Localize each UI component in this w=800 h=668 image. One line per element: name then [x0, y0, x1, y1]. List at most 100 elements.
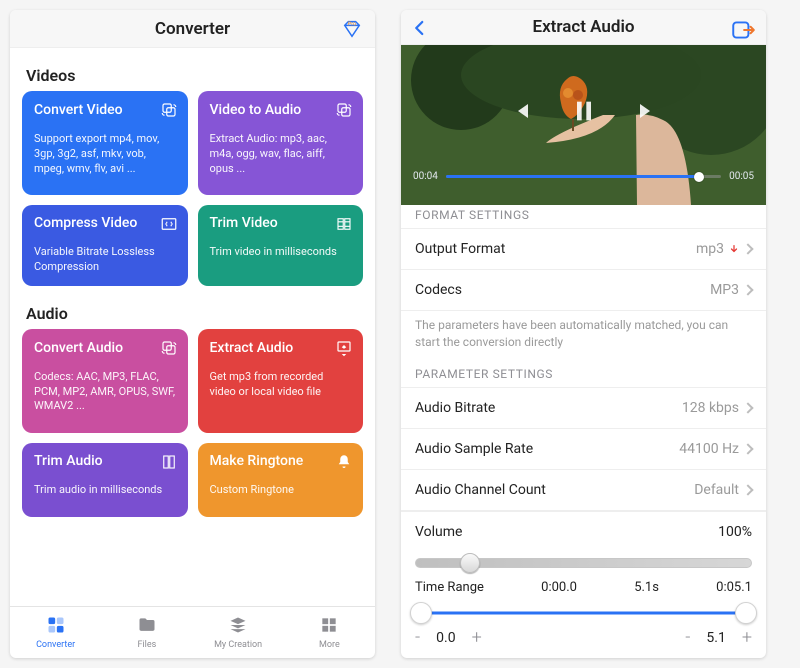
- next-button[interactable]: [636, 99, 660, 127]
- trim-icon: [335, 215, 353, 237]
- card-title: Video to Audio: [210, 102, 352, 118]
- bell-icon: [335, 453, 353, 475]
- row-audio-bitrate[interactable]: Audio Bitrate 128 kbps: [401, 387, 766, 428]
- start-value: 0.0: [436, 630, 455, 646]
- card-title: Make Ringtone: [210, 453, 352, 469]
- card-desc: Trim audio in milliseconds: [34, 483, 176, 498]
- row-label: Output Format: [415, 241, 505, 257]
- time-range-end: 0:05.1: [716, 580, 752, 595]
- tab-my-creation[interactable]: My Creation: [193, 607, 284, 658]
- book-icon: [160, 453, 178, 475]
- row-value: 128 kbps: [682, 400, 752, 416]
- format-hint: The parameters have been automatically m…: [401, 311, 766, 351]
- end-plus[interactable]: +: [742, 627, 752, 648]
- row-value: 44100 Hz: [679, 441, 752, 457]
- row-volume: Volume 100%: [401, 511, 766, 552]
- card-title: Trim Audio: [34, 453, 176, 469]
- volume-label: Volume: [415, 524, 462, 540]
- time-range-slider[interactable]: [415, 603, 752, 623]
- tab-icon: [227, 615, 249, 638]
- tabbar: Converter Files My Creation More: [10, 606, 375, 658]
- tab-icon: [318, 615, 340, 638]
- card-compress-video[interactable]: Compress Video Variable Bitrate Lossless …: [22, 205, 188, 286]
- end-minus[interactable]: -: [685, 627, 690, 648]
- volume-thumb[interactable]: [460, 553, 480, 573]
- time-range-label: Time Range: [415, 580, 484, 595]
- card-desc: Extract Audio: mp3, aac, m4a, ogg, wav, …: [210, 132, 352, 177]
- card-desc: Trim video in milliseconds: [210, 245, 352, 260]
- row-output-format[interactable]: Output Format mp3: [401, 228, 766, 269]
- row-value: mp3: [696, 241, 752, 257]
- tab-converter[interactable]: Converter: [10, 607, 101, 658]
- card-desc: Variable Bitrate Lossless Compression: [34, 245, 176, 275]
- convert-icon: [335, 101, 353, 123]
- card-make-ringtone[interactable]: Make Ringtone Custom Ringtone: [198, 443, 364, 517]
- chevron-right-icon: [742, 484, 753, 495]
- row-audio-sample-rate[interactable]: Audio Sample Rate 44100 Hz: [401, 428, 766, 469]
- row-label: Audio Channel Count: [415, 482, 546, 498]
- header: Extract Audio: [401, 10, 766, 45]
- extract-audio-screen: Extract Audio 00:04: [401, 10, 766, 658]
- tab-label: Converter: [36, 640, 75, 650]
- row-label: Audio Sample Rate: [415, 441, 533, 457]
- premium-icon[interactable]: Pro: [341, 18, 363, 44]
- time-total: 00:05: [729, 171, 754, 182]
- row-value: MP3: [710, 282, 752, 298]
- end-value: 5.1: [706, 630, 725, 646]
- card-extract-audio[interactable]: Extract AudioGet mp3 from recorded video…: [198, 329, 364, 433]
- section-header-param: PARAMETER SETTINGS: [401, 351, 766, 387]
- tab-label: My Creation: [214, 640, 262, 650]
- card-desc: Get mp3 from recorded video or local vid…: [210, 370, 352, 400]
- card-desc: Custom Ringtone: [210, 483, 352, 498]
- convert-icon: [160, 339, 178, 361]
- section-title: Videos: [26, 66, 363, 85]
- chevron-right-icon: [742, 443, 753, 454]
- main-scroll[interactable]: Videos Convert Video Support export mp4, m…: [10, 48, 375, 606]
- card-convert-audio[interactable]: Convert Audio Codecs: AAC, MP3, FLAC, PCM…: [22, 329, 188, 433]
- header: Converter Pro: [10, 10, 375, 48]
- video-preview[interactable]: 00:04 00:05: [401, 45, 766, 192]
- card-title: Convert Video: [34, 102, 176, 118]
- back-button[interactable]: [411, 19, 429, 41]
- start-minus[interactable]: -: [415, 627, 420, 648]
- progress-bar[interactable]: 00:04 00:05: [401, 163, 766, 192]
- converter-screen: Converter Pro Videos Convert Video Support…: [10, 10, 375, 658]
- prev-button[interactable]: [508, 99, 532, 127]
- row-label: Codecs: [415, 282, 462, 298]
- row-codecs[interactable]: Codecs MP3: [401, 269, 766, 311]
- row-label: Audio Bitrate: [415, 400, 495, 416]
- row-audio-channel-count[interactable]: Audio Channel Count Default: [401, 469, 766, 511]
- volume-value: 100%: [718, 524, 752, 540]
- range-handle-end[interactable]: [735, 602, 757, 624]
- pause-button[interactable]: [570, 97, 598, 129]
- card-title: Compress Video: [34, 215, 176, 231]
- time-steppers: - 0.0 + - 5.1 +: [401, 623, 766, 658]
- row-value: Default: [694, 482, 752, 498]
- time-range-row: Time Range 0:00.0 5.1s 0:05.1: [401, 568, 766, 599]
- card-title: Convert Audio: [34, 340, 176, 356]
- volume-slider[interactable]: [415, 558, 752, 568]
- card-trim-video[interactable]: Trim Video Trim video in milliseconds: [198, 205, 364, 286]
- card-desc: Codecs: AAC, MP3, FLAC, PCM, MP2, AMR, O…: [34, 370, 176, 415]
- compress-icon: [160, 215, 178, 237]
- svg-text:Pro: Pro: [348, 21, 356, 27]
- page-title: Converter: [155, 19, 230, 39]
- section-title: Audio: [26, 304, 363, 323]
- extract-icon: [335, 339, 353, 361]
- card-convert-video[interactable]: Convert Video Support export mp4, mov, 3g…: [22, 91, 188, 195]
- range-handle-start[interactable]: [410, 602, 432, 624]
- convert-icon: [160, 101, 178, 123]
- card-video-to-audio[interactable]: Video to Audio Extract Audio: mp3, aac, m…: [198, 91, 364, 195]
- tab-label: Files: [137, 640, 156, 650]
- start-plus[interactable]: +: [472, 627, 482, 648]
- card-title: Trim Video: [210, 215, 352, 231]
- time-current: 00:04: [413, 171, 438, 182]
- card-desc: Support export mp4, mov, 3gp, 3g2, asf, …: [34, 132, 176, 177]
- tab-icon: [45, 615, 67, 638]
- export-button[interactable]: [730, 17, 756, 47]
- time-range-start: 0:00.0: [541, 580, 577, 595]
- tab-more[interactable]: More: [284, 607, 375, 658]
- card-trim-audio[interactable]: Trim Audio Trim audio in milliseconds: [22, 443, 188, 517]
- chevron-right-icon: [742, 285, 753, 296]
- tab-files[interactable]: Files: [101, 607, 192, 658]
